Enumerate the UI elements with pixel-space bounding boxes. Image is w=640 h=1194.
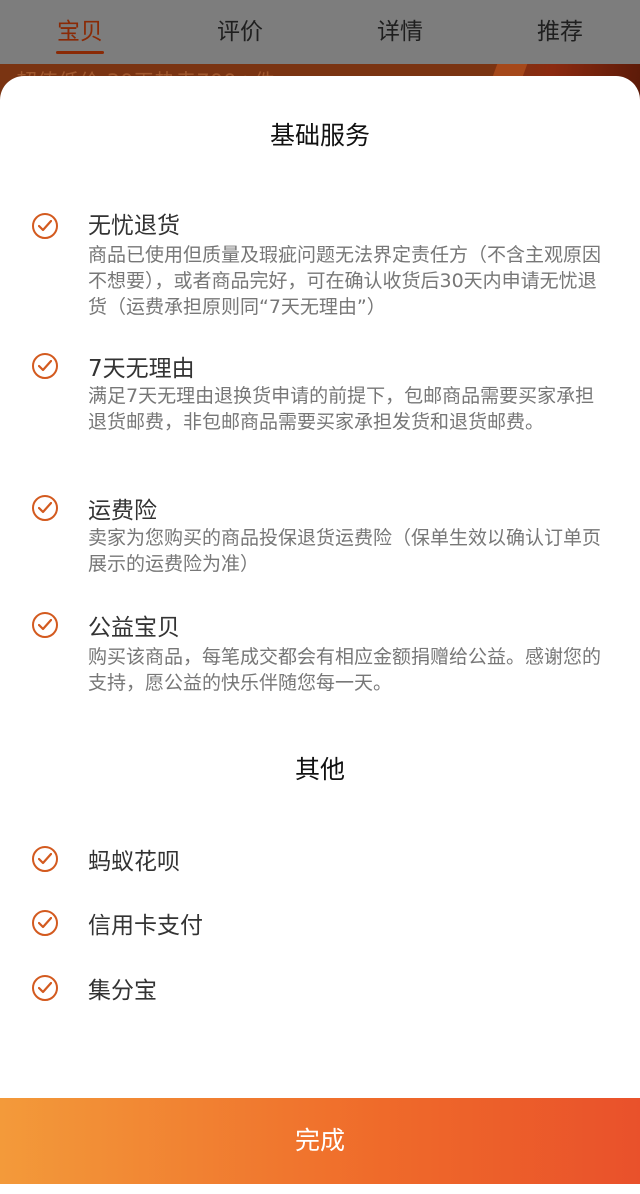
service-item-title: 公益宝贝: [88, 615, 180, 641]
done-button[interactable]: 完成: [0, 1098, 640, 1184]
other-services-title: 其他: [294, 755, 345, 784]
tab-pingjia[interactable]: 评价: [160, 0, 320, 64]
service-sheet: 基础服务 无忧退货 商品已使用但质量及瑕疵问题无法界定责任方（不含主观原因不想要…: [0, 76, 640, 1194]
service-item-title: 运费险: [88, 498, 157, 524]
check-circle-icon: [32, 213, 58, 239]
service-item-desc: 卖家为您购买的商品投保退货运费险（保单生效以确认订单页展示的运费险为准）: [88, 527, 602, 575]
service-item-desc: 购买该商品，每笔成交都会有相应金额捐赠给公益。感谢您的支持，愿公益的快乐伴随您每…: [88, 646, 602, 694]
check-circle-icon: [32, 975, 58, 1001]
tab-tuijian[interactable]: 推荐: [480, 0, 640, 64]
top-nav: 宝贝 评价 详情 推荐: [0, 0, 640, 64]
other-item-title: 集分宝: [88, 978, 157, 1004]
tab-baobei[interactable]: 宝贝: [0, 0, 160, 64]
bottom-safe-area: [0, 1184, 640, 1194]
check-circle-icon: [32, 495, 58, 521]
other-item-title: 蚂蚁花呗: [88, 849, 180, 875]
check-circle-icon: [32, 353, 58, 379]
tab-xiangqing[interactable]: 详情: [320, 0, 480, 64]
check-circle-icon: [32, 846, 58, 872]
service-item-title: 无忧退货: [88, 213, 180, 239]
check-circle-icon: [32, 910, 58, 936]
other-item-title: 信用卡支付: [88, 913, 203, 939]
page: 宝贝 评价 详情 推荐 超值低价 30天热卖700+件 基础服务 无忧退货 商品…: [0, 0, 640, 1194]
service-item-title: 7天无理由: [88, 356, 195, 382]
service-item-desc: 商品已使用但质量及瑕疵问题无法界定责任方（不含主观原因不想要），或者商品完好，可…: [88, 244, 602, 318]
check-circle-icon: [32, 612, 58, 638]
basic-services-title: 基础服务: [269, 121, 370, 150]
service-item-desc: 满足7天无理由退换货申请的前提下，包邮商品需要买家承担退货邮费，非包邮商品需要买…: [88, 385, 595, 433]
